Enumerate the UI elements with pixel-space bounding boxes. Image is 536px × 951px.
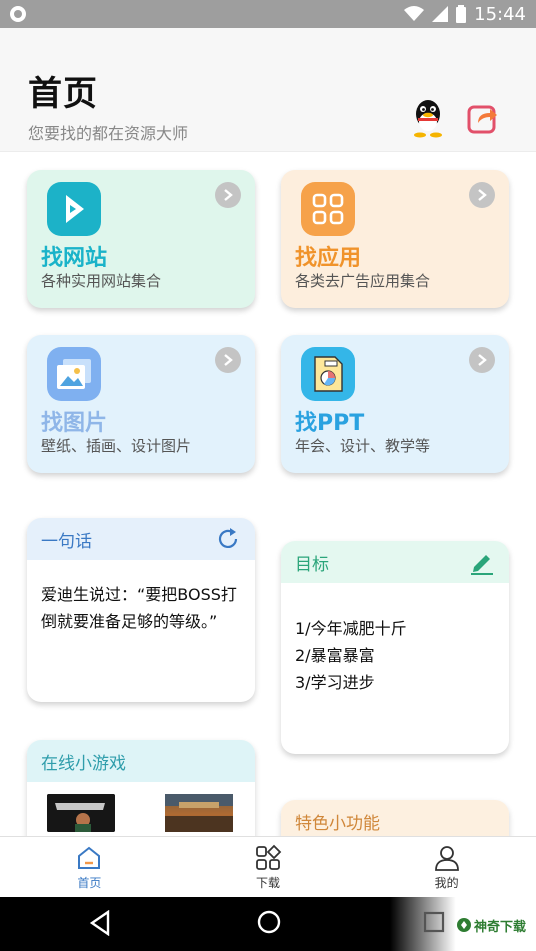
signal-icon: [432, 6, 449, 22]
card-desc: 壁纸、插画、设计图片: [41, 437, 192, 455]
recent-apps-icon[interactable]: [422, 910, 446, 934]
goal-header: 目标: [281, 541, 509, 583]
games-heading: 在线小游戏: [41, 753, 126, 774]
status-time: 15:44: [474, 3, 526, 25]
goal-item: 1/今年减肥十斤: [295, 619, 407, 638]
home-button-icon[interactable]: [256, 909, 282, 935]
special-heading: 特色小功能: [295, 813, 380, 834]
page-title: 首页: [28, 74, 98, 114]
nav-label: 我的: [434, 875, 459, 890]
edit-icon[interactable]: [469, 549, 495, 575]
page-subtitle: 您要找的都在资源大师: [28, 124, 189, 143]
quote-text: 爱迪生说过：“要把BOSS打倒就要准备足够的等级。”: [41, 585, 237, 631]
game-thumbnail-racing[interactable]: [165, 794, 233, 832]
card-find-apps[interactable]: 找应用 各类去广告应用集合: [281, 170, 509, 308]
back-icon[interactable]: [88, 910, 112, 936]
watermark-text: 神奇下载: [474, 920, 527, 935]
home-icon: [78, 846, 101, 869]
quote-header: 一句话: [27, 518, 255, 560]
card-desc: 各种实用网站集合: [41, 272, 162, 290]
chevron-right-icon: [469, 182, 495, 208]
goal-item: 3/学习进步: [295, 673, 375, 692]
games-header: 在线小游戏: [27, 740, 255, 782]
card-title: 找图片: [41, 411, 108, 436]
header: 首页 您要找的都在资源大师: [0, 28, 536, 152]
wifi-icon: [404, 6, 425, 21]
card-find-images[interactable]: 找图片 壁纸、插画、设计图片: [27, 335, 255, 473]
goal-item: 2/暴富暴富: [295, 646, 375, 665]
nav-download[interactable]: 下载: [179, 837, 358, 897]
watermark-logo-icon: [457, 918, 471, 932]
qq-icon[interactable]: [410, 98, 446, 138]
goal-heading: 目标: [295, 554, 329, 575]
card-find-ppt[interactable]: 找PPT 年会、设计、教学等: [281, 335, 509, 473]
nav-label: 首页: [77, 875, 102, 890]
app-icon: [10, 6, 26, 22]
image-icon: [47, 347, 101, 401]
card-title: 找网站: [41, 246, 108, 271]
goal-card: 目标 1/今年减肥十斤 2/暴富暴富 3/学习进步: [281, 541, 509, 754]
app-screen: 15:44 首页 您要找的都在资源大师 找网站 各种实用网站集合 找应用 各类去…: [0, 0, 536, 951]
quote-card: 一句话 爱迪生说过：“要把BOSS打倒就要准备足够的等级。”: [27, 518, 255, 702]
nav-label: 下载: [256, 875, 281, 890]
battery-icon: [456, 5, 467, 23]
card-title: 找应用: [295, 246, 362, 271]
refresh-icon[interactable]: [215, 526, 241, 552]
quote-heading: 一句话: [41, 531, 92, 552]
card-find-websites[interactable]: 找网站 各种实用网站集合: [27, 170, 255, 308]
share-icon[interactable]: [466, 101, 500, 135]
user-icon: [434, 845, 459, 871]
game-thumbnail-contra[interactable]: [47, 794, 115, 832]
chevron-right-icon: [215, 347, 241, 373]
chevron-right-icon: [215, 182, 241, 208]
status-bar: 15:44: [0, 0, 536, 28]
card-desc: 各类去广告应用集合: [295, 272, 431, 290]
card-desc: 年会、设计、教学等: [295, 437, 431, 455]
arrow-chevron-icon: [47, 182, 101, 236]
nav-profile[interactable]: 我的: [357, 837, 536, 897]
nav-home[interactable]: 首页: [0, 837, 179, 897]
goal-list: 1/今年减肥十斤 2/暴富暴富 3/学习进步: [295, 615, 497, 696]
ppt-file-icon: [301, 347, 355, 401]
chevron-right-icon: [469, 347, 495, 373]
grid-icon: [256, 844, 282, 870]
grid-apps-icon: [301, 182, 355, 236]
card-title: 找PPT: [295, 411, 365, 436]
bottom-nav: 首页 下载 我的: [0, 836, 536, 897]
system-nav-bar: 神奇下载: [0, 897, 536, 951]
